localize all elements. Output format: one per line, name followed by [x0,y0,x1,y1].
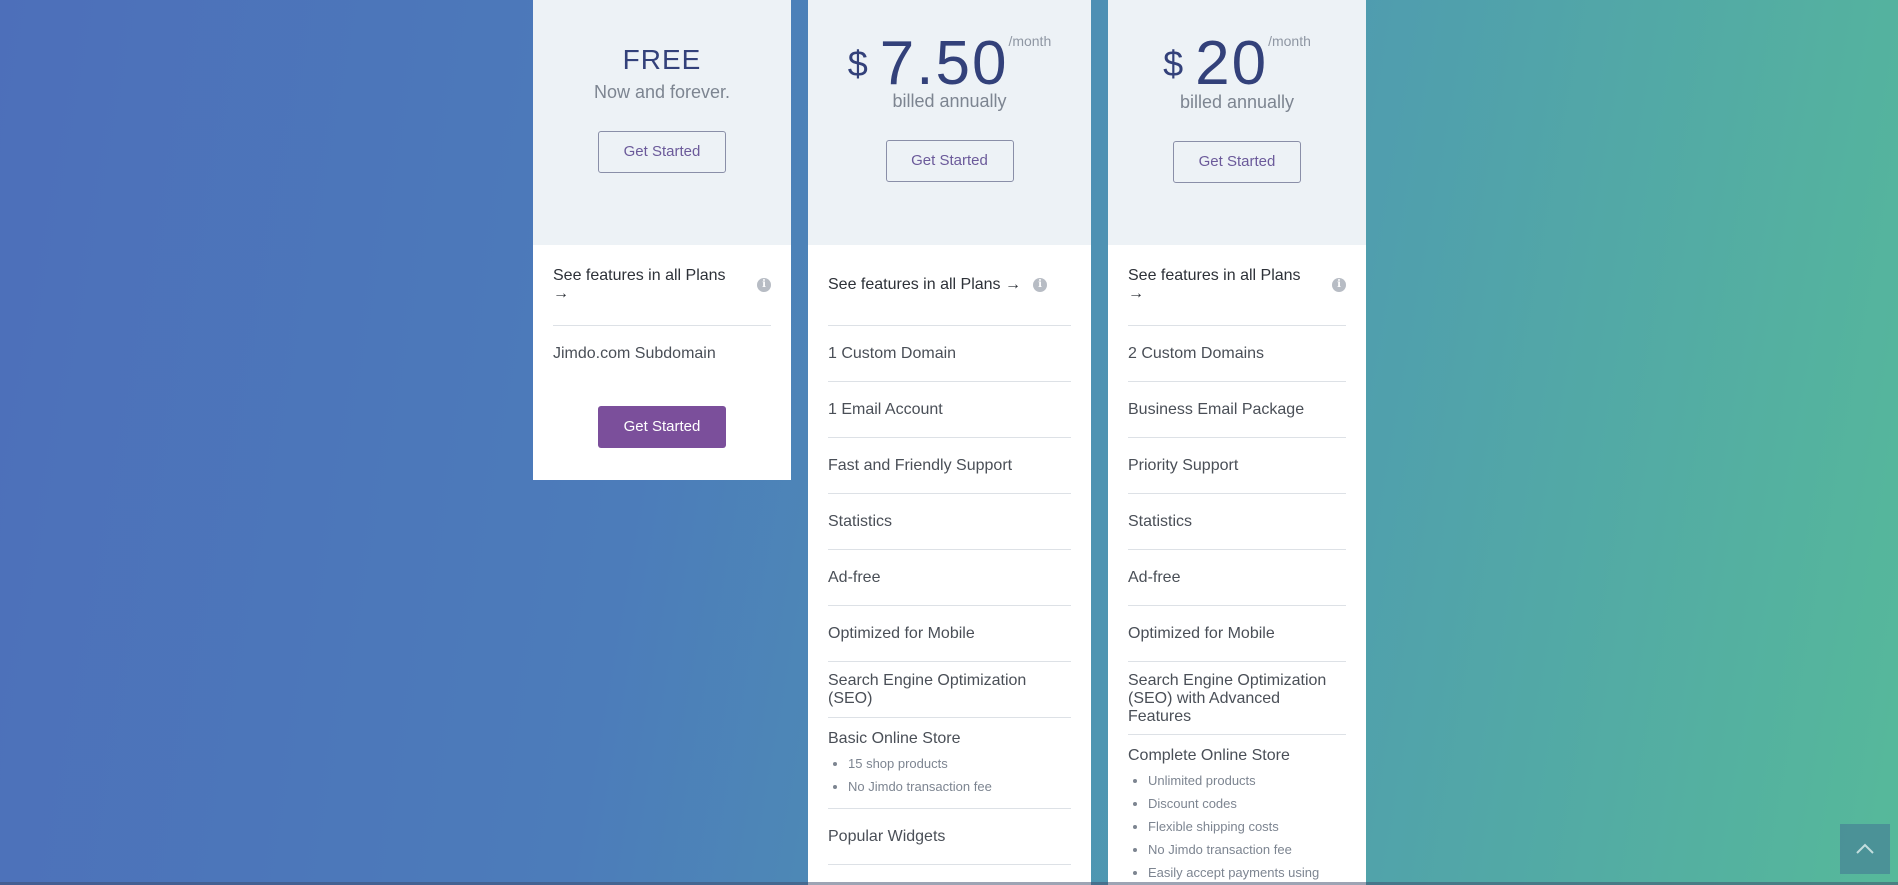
plan-card-basic: $7.50/month billed annually Get Started … [808,0,1091,885]
feature-item: Ad-free [1128,550,1346,606]
get-started-button-free-bottom[interactable]: Get Started [598,406,726,448]
feature-item: 1 Email Account [828,382,1071,438]
store-subitem: 15 shop products [848,752,1071,775]
store-subitem: Discount codes [1148,792,1346,815]
feature-item: Fast and Friendly Support [828,438,1071,494]
get-started-button-pro[interactable]: Get Started [1173,141,1301,183]
see-features-link[interactable]: See features in all Plans → i [553,245,771,326]
feature-item: Optimized for Mobile [1128,606,1346,662]
feature-item: Search Engine Optimization (SEO) [828,662,1071,718]
plan-subtitle: Now and forever. [593,82,731,102]
store-sublist: 15 shop products No Jimdo transaction fe… [828,752,1071,798]
feature-item: 1 Custom Domain [828,326,1071,382]
billing-note: billed annually [1179,92,1295,112]
feature-list-pro: See features in all Plans → i 2 Custom D… [1128,245,1346,885]
chevron-up-icon [1856,843,1874,854]
seo-label: Search Engine Optimization (SEO) with Ad… [1128,672,1327,725]
feature-item: Ad-free [828,550,1071,606]
price-currency: $ [847,43,868,84]
store-subitem: Flexible shipping costs [1148,815,1346,838]
feature-item: Business Email Package [1128,382,1346,438]
price-amount: 20 [1195,29,1269,98]
plan-card-free: FREE Now and forever. Get Started See fe… [533,0,791,480]
see-features-label[interactable]: See features in all Plans → [553,267,745,303]
feature-item: Statistics [1128,494,1346,550]
plan-card-pro: $20/month billed annually Get Started Se… [1108,0,1366,885]
feature-item-seo: Search Engine Optimization (SEO) with Ad… [1128,662,1346,735]
price-amount: 7.50 [879,29,1009,98]
store-label: Complete Online Store [1128,747,1290,764]
plan-price: $20/month [1108,28,1366,99]
plan-price: $7.50/month [808,28,1091,99]
plan-header-pro: $20/month billed annually Get Started [1108,0,1366,245]
store-subitem: No Jimdo transaction fee [1148,838,1346,861]
info-icon[interactable]: i [1033,278,1047,292]
feature-item: 2 Custom Domains [1128,326,1346,382]
billing-note: billed annually [892,91,1007,111]
get-started-button-free-top[interactable]: Get Started [598,131,726,173]
info-icon[interactable]: i [1332,278,1346,292]
store-label: Basic Online Store [828,730,961,747]
feature-store: Basic Online Store 15 shop products No J… [828,718,1071,809]
feature-item: Jimdo.com Subdomain [553,344,716,362]
plan-header-free: FREE Now and forever. Get Started [533,0,791,245]
price-currency: $ [1163,43,1184,84]
feature-list-basic: See features in all Plans → i 1 Custom D… [828,245,1071,865]
see-features-link[interactable]: See features in all Plans → i [1128,245,1346,326]
store-subitem: No Jimdo transaction fee [848,775,1071,798]
price-period: /month [1268,33,1311,49]
feature-item: Statistics [828,494,1071,550]
store-subitem: Unlimited products [1148,769,1346,792]
info-icon[interactable]: i [757,278,771,292]
store-sublist: Unlimited products Discount codes Flexib… [1128,769,1346,885]
feature-store: Complete Online Store Unlimited products… [1128,735,1346,885]
see-features-link[interactable]: See features in all Plans → i [828,245,1071,326]
see-features-label[interactable]: See features in all Plans → [1128,267,1320,303]
plan-header-basic: $7.50/month billed annually Get Started [808,0,1091,245]
plan-title: FREE [622,44,702,75]
feature-item: Optimized for Mobile [828,606,1071,662]
scroll-to-top-button[interactable] [1840,824,1890,874]
price-period: /month [1008,33,1052,49]
get-started-button-basic[interactable]: Get Started [885,140,1014,182]
feature-list-free: See features in all Plans → i Jimdo.com … [553,245,771,381]
feature-item: Priority Support [1128,438,1346,494]
feature-item: Popular Widgets [828,809,1071,865]
see-features-label[interactable]: See features in all Plans → [828,276,1021,294]
